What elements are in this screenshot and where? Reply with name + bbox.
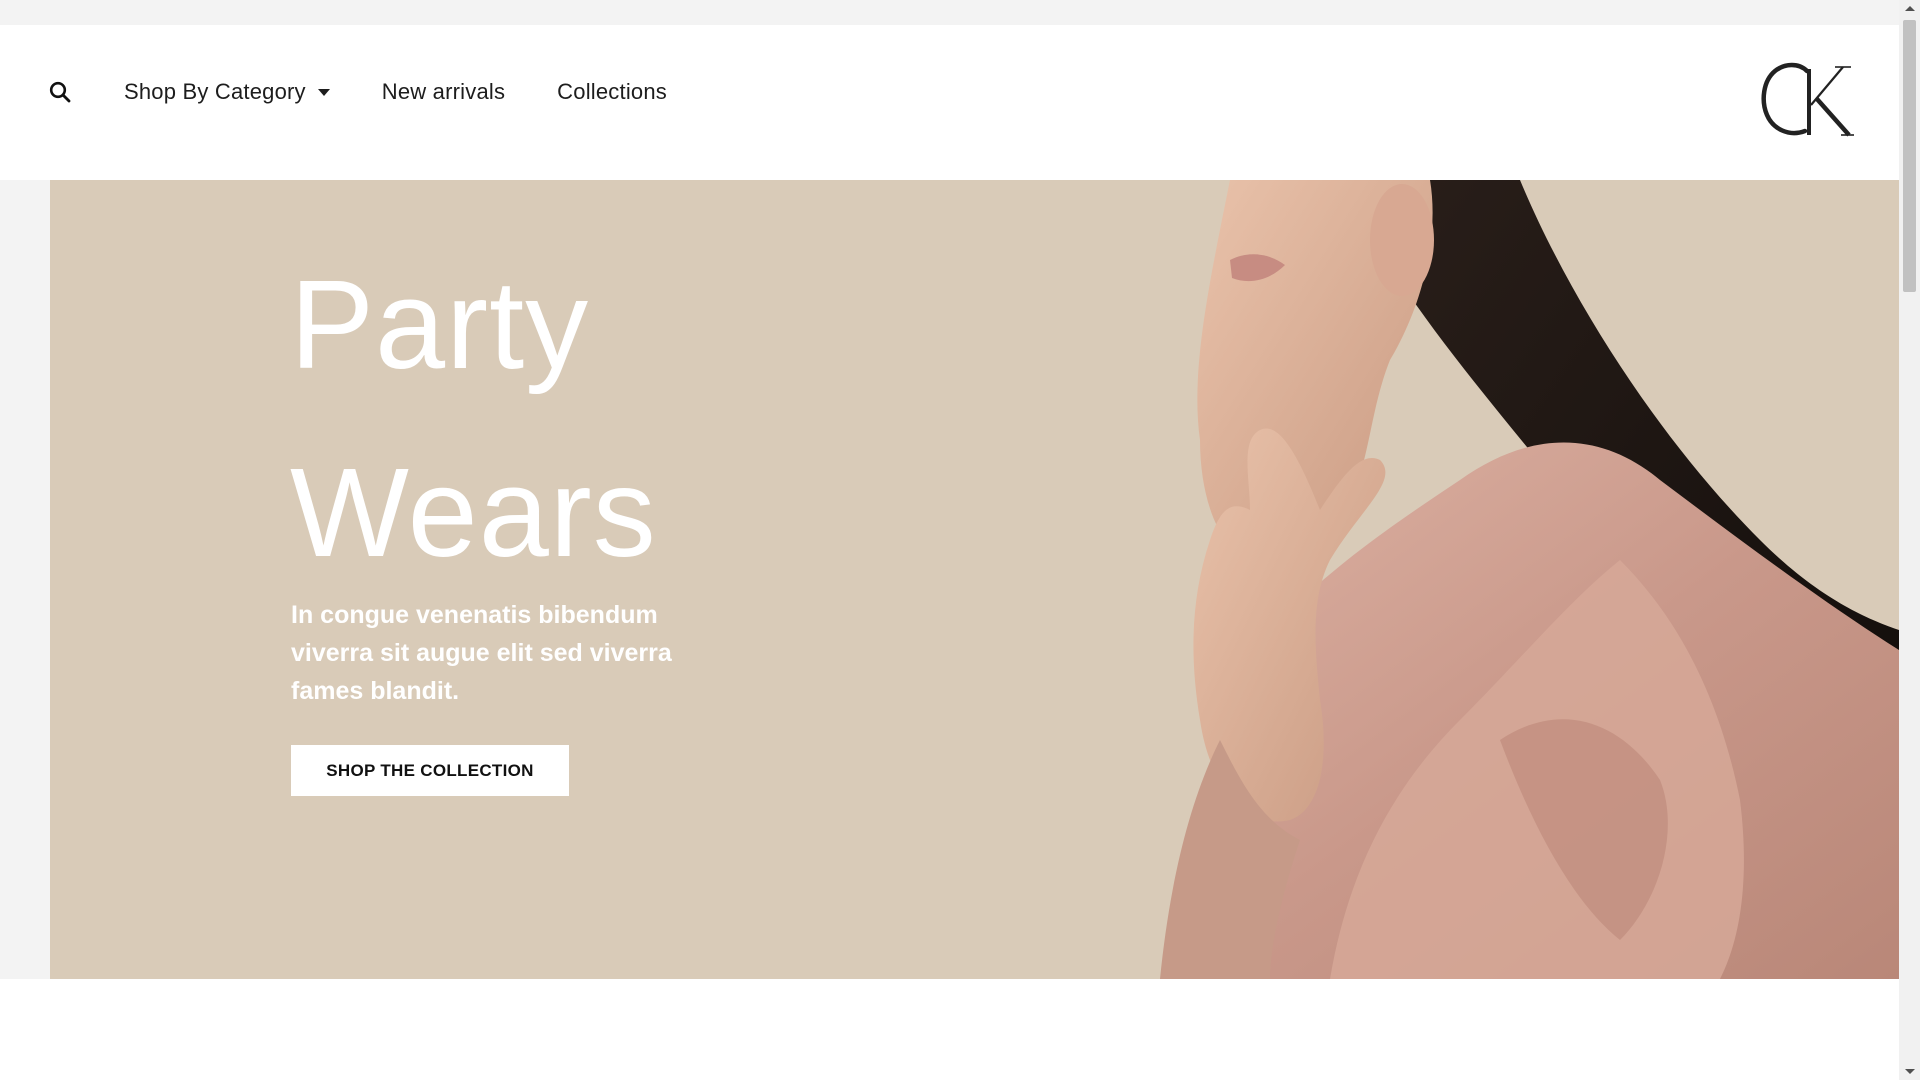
vertical-scrollbar[interactable] (1899, 0, 1920, 1080)
top-strip (0, 0, 1899, 25)
search-icon[interactable] (46, 77, 74, 107)
hero-model-image (1160, 180, 1899, 979)
chevron-down-icon (317, 89, 330, 96)
shop-the-collection-button[interactable]: SHOP THE COLLECTION (291, 745, 569, 796)
main-nav: Shop By Category New arrivals Collection… (124, 75, 667, 109)
nav-collections[interactable]: Collections (557, 79, 667, 105)
hero-description: In congue venenatis bibendum viverra sit… (291, 601, 672, 705)
nav-new-arrivals-label: New arrivals (381, 79, 506, 104)
hero-title-line-1: Party (290, 254, 590, 395)
nav-new-arrivals[interactable]: New arrivals (382, 79, 505, 105)
nav-collections-label: Collections (557, 79, 667, 104)
page: Shop By Category New arrivals Collection… (0, 0, 1899, 1080)
below-fold-section (0, 979, 1899, 1080)
scroll-down-arrow-icon[interactable] (1899, 1063, 1920, 1080)
scrollbar-thumb[interactable] (1903, 20, 1916, 292)
nav-shop-by-category[interactable]: Shop By Category (124, 79, 330, 105)
scroll-up-arrow-icon[interactable] (1899, 0, 1920, 17)
hero-title-line-2: Wears (290, 442, 657, 583)
nav-shop-by-category-label: Shop By Category (124, 79, 306, 104)
hero-banner: Party Wears In congue venenatis bibendum… (50, 180, 1899, 979)
site-header: Shop By Category New arrivals Collection… (0, 25, 1899, 180)
brand-logo[interactable] (1755, 57, 1855, 147)
